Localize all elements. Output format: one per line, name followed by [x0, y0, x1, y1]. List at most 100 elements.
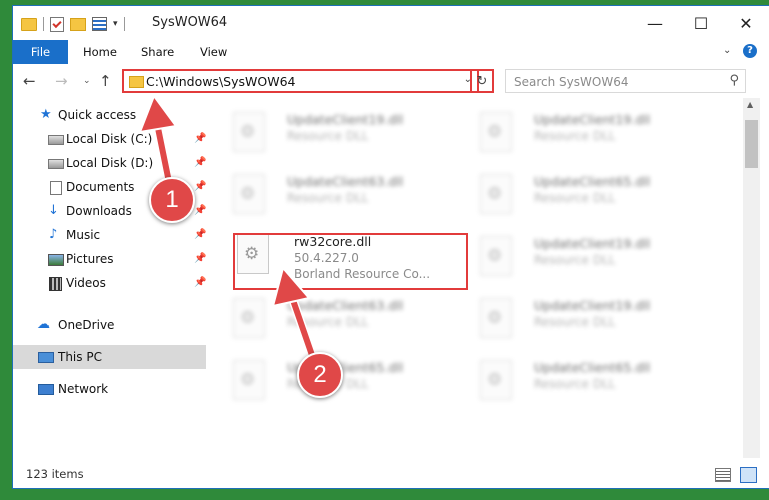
status-bar: 123 items — [13, 458, 769, 488]
file-item[interactable]: UpdateClient19.dll Resource DLL — [213, 106, 453, 162]
sidebar-item-pictures[interactable]: Pictures 📌 — [13, 247, 206, 271]
file-description: Resource DLL — [534, 377, 616, 391]
search-input[interactable] — [512, 72, 716, 92]
file-name: UpdateClient65.dll — [534, 360, 651, 375]
quick-access-toolbar: ▾ — [21, 15, 125, 33]
pin-icon[interactable]: 📌 — [194, 229, 206, 240]
file-name: UpdateClient19.dll — [287, 112, 404, 127]
network-icon — [38, 384, 54, 395]
file-item[interactable]: UpdateClient65.dll Resource DLL — [460, 354, 700, 410]
sidebar-item-label: OneDrive — [58, 318, 115, 332]
expand-ribbon-chevron-icon[interactable]: ⌄ — [723, 45, 731, 56]
file-item[interactable]: UpdateClient19.dll Resource DLL — [460, 106, 700, 162]
folder-icon — [129, 76, 144, 88]
maximize-button[interactable]: ☐ — [678, 6, 724, 40]
videos-icon — [49, 277, 62, 291]
file-highlight-box — [233, 233, 468, 290]
sidebar-item-label: This PC — [58, 350, 102, 364]
pictures-icon — [48, 254, 64, 266]
file-item[interactable]: UpdateClient65.dll Resource DLL — [460, 168, 700, 224]
refresh-button[interactable]: ↻ — [470, 69, 494, 93]
file-description: Resource DLL — [534, 129, 616, 143]
ribbon-tabs: File Home Share View ⌄ ? — [13, 40, 769, 65]
window-title: SysWOW64 — [152, 15, 228, 30]
vertical-scrollbar[interactable]: ▲ — [743, 98, 760, 458]
dll-file-icon — [233, 360, 265, 400]
drive-icon — [48, 135, 64, 145]
toolbar-separator — [123, 17, 125, 31]
computer-icon — [38, 352, 54, 363]
sidebar-item-label: Local Disk (D:) — [66, 156, 154, 170]
tab-file[interactable]: File — [13, 40, 68, 64]
file-description: Resource DLL — [287, 129, 369, 143]
pin-icon[interactable]: 📌 — [194, 277, 206, 288]
sidebar-item-local-disk-d[interactable]: Local Disk (D:) 📌 — [13, 151, 206, 175]
file-item[interactable]: UpdateClient19.dll Resource DLL — [460, 230, 700, 286]
file-name: UpdateClient19.dll — [534, 112, 651, 127]
file-name: UpdateClient65.dll — [534, 174, 651, 189]
pin-icon[interactable]: 📌 — [194, 157, 206, 168]
pin-icon[interactable]: 📌 — [194, 205, 206, 216]
scroll-thumb[interactable] — [745, 120, 758, 168]
dll-file-icon — [233, 112, 265, 152]
view-options-icon[interactable] — [92, 17, 107, 31]
tab-view[interactable]: View — [200, 40, 227, 64]
address-bar[interactable]: C:\Windows\SysWOW64 ⌄ — [122, 69, 479, 93]
pin-icon[interactable]: 📌 — [194, 253, 206, 264]
pin-icon[interactable]: 📌 — [194, 181, 206, 192]
title-bar: ▾ SysWOW64 — ☐ ✕ — [13, 6, 769, 40]
sidebar-item-videos[interactable]: Videos 📌 — [13, 271, 206, 295]
file-explorer-window: ▾ SysWOW64 — ☐ ✕ File Home Share View ⌄ … — [13, 6, 769, 488]
properties-icon[interactable] — [50, 16, 64, 32]
scroll-up-arrow-icon[interactable]: ▲ — [747, 100, 753, 109]
tab-share[interactable]: Share — [141, 40, 174, 64]
dll-file-icon — [233, 174, 265, 214]
file-item[interactable]: UpdateClient19.dll Resource DLL — [460, 292, 700, 348]
drive-icon — [48, 159, 64, 169]
pin-icon[interactable]: 📌 — [194, 133, 206, 144]
sidebar-item-quick-access[interactable]: ★ Quick access — [13, 103, 206, 127]
customize-toolbar-chevron-icon[interactable]: ▾ — [113, 19, 118, 29]
file-description: Resource DLL — [534, 315, 616, 329]
minimize-button[interactable]: — — [632, 6, 678, 40]
address-path[interactable]: C:\Windows\SysWOW64 — [146, 74, 295, 89]
sidebar-item-network[interactable]: Network — [13, 377, 206, 401]
folder-icon — [21, 17, 37, 31]
document-icon — [50, 181, 62, 195]
step-1-badge: 1 — [149, 177, 195, 223]
sidebar-item-onedrive[interactable]: ☁ OneDrive — [13, 313, 206, 337]
file-name: UpdateClient19.dll — [534, 298, 651, 313]
navigation-bar: ← → ⌄ ↑ C:\Windows\SysWOW64 ⌄ ↻ ⚲ — [13, 64, 769, 98]
file-description: Resource DLL — [534, 253, 616, 267]
up-button[interactable]: ↑ — [99, 72, 112, 90]
sidebar-item-label: Downloads — [66, 204, 132, 218]
star-icon: ★ — [40, 107, 52, 122]
item-count: 123 items — [26, 467, 84, 481]
step-2-badge: 2 — [297, 352, 343, 398]
sidebar-item-local-disk-c[interactable]: Local Disk (C:) 📌 — [13, 127, 206, 151]
help-icon[interactable]: ? — [743, 44, 757, 58]
sidebar-item-this-pc[interactable]: This PC — [13, 345, 206, 369]
file-item[interactable]: UpdateClient63.dll Resource DLL — [213, 168, 453, 224]
large-icons-view-icon[interactable] — [740, 467, 757, 483]
details-view-icon[interactable] — [715, 468, 731, 482]
search-icon[interactable]: ⚲ — [729, 73, 739, 88]
dll-file-icon — [480, 298, 512, 338]
sidebar-item-music[interactable]: ♪ Music 📌 — [13, 223, 206, 247]
search-box[interactable]: ⚲ — [505, 69, 746, 93]
dll-file-icon — [480, 236, 512, 276]
dll-file-icon — [480, 174, 512, 214]
recent-locations-chevron-icon[interactable]: ⌄ — [83, 76, 91, 86]
close-button[interactable]: ✕ — [723, 6, 769, 40]
dll-file-icon — [480, 360, 512, 400]
file-name: UpdateClient63.dll — [287, 174, 404, 189]
back-button[interactable]: ← — [23, 72, 36, 90]
dll-file-icon — [233, 298, 265, 338]
file-item[interactable]: UpdateClient63.dll Resource DLL — [213, 292, 453, 348]
new-folder-icon[interactable] — [70, 17, 86, 31]
forward-button[interactable]: → — [55, 72, 68, 90]
file-description: Resource DLL — [287, 315, 369, 329]
tab-home[interactable]: Home — [83, 40, 117, 64]
download-icon: ↓ — [48, 203, 59, 218]
file-name: UpdateClient19.dll — [534, 236, 651, 251]
